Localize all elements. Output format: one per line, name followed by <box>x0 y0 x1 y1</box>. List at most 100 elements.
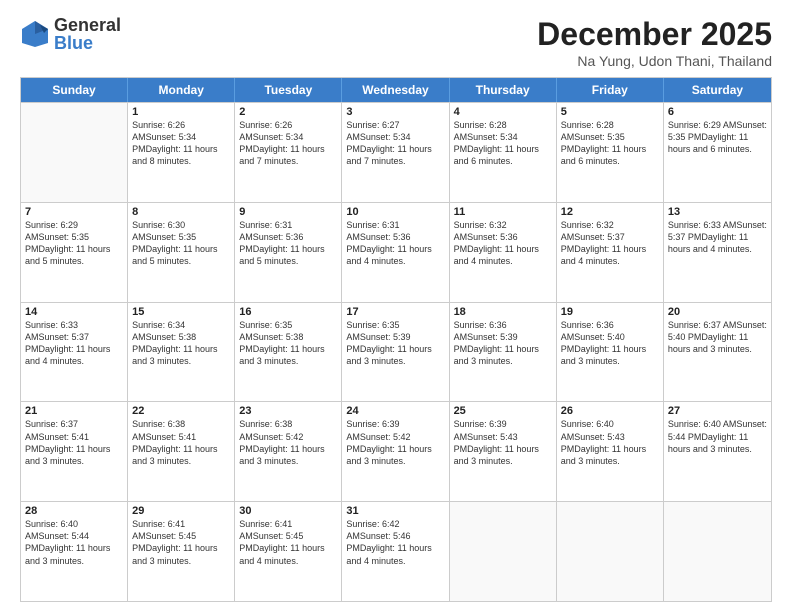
calendar-cell: 8Sunrise: 6:30 AMSunset: 5:35 PMDaylight… <box>128 203 235 302</box>
daylight: Daylight: 11 hours and 6 minutes. <box>561 144 646 166</box>
day-number: 8 <box>132 206 230 218</box>
calendar-cell: 26Sunrise: 6:40 AMSunset: 5:43 PMDayligh… <box>557 402 664 501</box>
weekday-header: Wednesday <box>342 78 449 102</box>
calendar-cell: 11Sunrise: 6:32 AMSunset: 5:36 PMDayligh… <box>450 203 557 302</box>
calendar-week: 1Sunrise: 6:26 AMSunset: 5:34 PMDaylight… <box>21 102 771 202</box>
daylight: Daylight: 11 hours and 3 minutes. <box>239 344 324 366</box>
daylight: Daylight: 11 hours and 4 minutes. <box>239 543 324 565</box>
daylight: Daylight: 11 hours and 4 minutes. <box>25 344 110 366</box>
day-number: 10 <box>346 206 444 218</box>
daylight: Daylight: 11 hours and 7 minutes. <box>239 144 324 166</box>
calendar-cell: 31Sunrise: 6:42 AMSunset: 5:46 PMDayligh… <box>342 502 449 601</box>
title-block: December 2025 Na Yung, Udon Thani, Thail… <box>537 16 772 69</box>
logo-blue: Blue <box>54 34 121 52</box>
logo: General Blue <box>20 16 121 52</box>
calendar: SundayMondayTuesdayWednesdayThursdayFrid… <box>20 77 772 602</box>
calendar-cell: 1Sunrise: 6:26 AMSunset: 5:34 PMDaylight… <box>128 103 235 202</box>
daylight: Daylight: 11 hours and 3 minutes. <box>25 444 110 466</box>
calendar-cell: 22Sunrise: 6:38 AMSunset: 5:41 PMDayligh… <box>128 402 235 501</box>
day-number: 25 <box>454 405 552 417</box>
day-number: 13 <box>668 206 767 218</box>
daylight: Daylight: 11 hours and 3 minutes. <box>239 444 324 466</box>
weekday-header: Sunday <box>21 78 128 102</box>
calendar-cell: 28Sunrise: 6:40 AMSunset: 5:44 PMDayligh… <box>21 502 128 601</box>
logo-text: General Blue <box>54 16 121 52</box>
weekday-header: Thursday <box>450 78 557 102</box>
daylight: Daylight: 11 hours and 3 minutes. <box>132 444 217 466</box>
page: General Blue December 2025 Na Yung, Udon… <box>0 0 792 612</box>
day-number: 29 <box>132 505 230 517</box>
daylight: Daylight: 11 hours and 3 minutes. <box>132 344 217 366</box>
daylight: Daylight: 11 hours and 8 minutes. <box>132 144 217 166</box>
day-number: 30 <box>239 505 337 517</box>
calendar-cell: 7Sunrise: 6:29 AMSunset: 5:35 PMDaylight… <box>21 203 128 302</box>
sunrise: Sunrise: 6:33 AM <box>668 220 737 230</box>
daylight: Daylight: 11 hours and 3 minutes. <box>132 543 217 565</box>
calendar-cell <box>450 502 557 601</box>
calendar-week: 14Sunrise: 6:33 AMSunset: 5:37 PMDayligh… <box>21 302 771 402</box>
day-number: 28 <box>25 505 123 517</box>
calendar-cell: 16Sunrise: 6:35 AMSunset: 5:38 PMDayligh… <box>235 303 342 402</box>
day-number: 31 <box>346 505 444 517</box>
day-number: 23 <box>239 405 337 417</box>
day-number: 21 <box>25 405 123 417</box>
month-title: December 2025 <box>537 16 772 53</box>
day-number: 14 <box>25 306 123 318</box>
calendar-header: SundayMondayTuesdayWednesdayThursdayFrid… <box>21 78 771 102</box>
calendar-cell <box>21 103 128 202</box>
calendar-week: 28Sunrise: 6:40 AMSunset: 5:44 PMDayligh… <box>21 501 771 601</box>
daylight: Daylight: 11 hours and 5 minutes. <box>239 244 324 266</box>
calendar-cell: 4Sunrise: 6:28 AMSunset: 5:34 PMDaylight… <box>450 103 557 202</box>
daylight: Daylight: 11 hours and 3 minutes. <box>346 344 431 366</box>
day-number: 17 <box>346 306 444 318</box>
calendar-cell: 18Sunrise: 6:36 AMSunset: 5:39 PMDayligh… <box>450 303 557 402</box>
day-number: 12 <box>561 206 659 218</box>
sunrise: Sunrise: 6:37 AM <box>668 320 737 330</box>
calendar-body: 1Sunrise: 6:26 AMSunset: 5:34 PMDaylight… <box>21 102 771 601</box>
day-number: 1 <box>132 106 230 118</box>
logo-icon <box>20 19 50 49</box>
calendar-cell: 2Sunrise: 6:26 AMSunset: 5:34 PMDaylight… <box>235 103 342 202</box>
day-number: 20 <box>668 306 767 318</box>
weekday-header: Friday <box>557 78 664 102</box>
calendar-cell: 6Sunrise: 6:29 AMSunset: 5:35 PMDaylight… <box>664 103 771 202</box>
daylight: Daylight: 11 hours and 4 minutes. <box>561 244 646 266</box>
logo-general: General <box>54 16 121 34</box>
daylight: Daylight: 11 hours and 3 minutes. <box>346 444 431 466</box>
calendar-cell: 12Sunrise: 6:32 AMSunset: 5:37 PMDayligh… <box>557 203 664 302</box>
daylight: Daylight: 11 hours and 7 minutes. <box>346 144 431 166</box>
calendar-week: 21Sunrise: 6:37 AMSunset: 5:41 PMDayligh… <box>21 401 771 501</box>
calendar-cell: 19Sunrise: 6:36 AMSunset: 5:40 PMDayligh… <box>557 303 664 402</box>
daylight: Daylight: 11 hours and 3 minutes. <box>561 444 646 466</box>
day-number: 24 <box>346 405 444 417</box>
calendar-cell: 23Sunrise: 6:38 AMSunset: 5:42 PMDayligh… <box>235 402 342 501</box>
calendar-cell: 25Sunrise: 6:39 AMSunset: 5:43 PMDayligh… <box>450 402 557 501</box>
daylight: Daylight: 11 hours and 4 minutes. <box>346 244 431 266</box>
calendar-week: 7Sunrise: 6:29 AMSunset: 5:35 PMDaylight… <box>21 202 771 302</box>
day-number: 18 <box>454 306 552 318</box>
calendar-cell: 14Sunrise: 6:33 AMSunset: 5:37 PMDayligh… <box>21 303 128 402</box>
calendar-cell: 21Sunrise: 6:37 AMSunset: 5:41 PMDayligh… <box>21 402 128 501</box>
weekday-header: Monday <box>128 78 235 102</box>
daylight: Daylight: 11 hours and 5 minutes. <box>25 244 110 266</box>
calendar-cell: 5Sunrise: 6:28 AMSunset: 5:35 PMDaylight… <box>557 103 664 202</box>
calendar-cell <box>664 502 771 601</box>
calendar-cell: 30Sunrise: 6:41 AMSunset: 5:45 PMDayligh… <box>235 502 342 601</box>
calendar-cell: 17Sunrise: 6:35 AMSunset: 5:39 PMDayligh… <box>342 303 449 402</box>
day-number: 5 <box>561 106 659 118</box>
calendar-cell: 27Sunrise: 6:40 AMSunset: 5:44 PMDayligh… <box>664 402 771 501</box>
daylight: Daylight: 11 hours and 5 minutes. <box>132 244 217 266</box>
day-number: 27 <box>668 405 767 417</box>
day-number: 9 <box>239 206 337 218</box>
daylight: Daylight: 11 hours and 3 minutes. <box>454 444 539 466</box>
daylight: Daylight: 11 hours and 3 minutes. <box>561 344 646 366</box>
calendar-cell: 9Sunrise: 6:31 AMSunset: 5:36 PMDaylight… <box>235 203 342 302</box>
calendar-cell: 20Sunrise: 6:37 AMSunset: 5:40 PMDayligh… <box>664 303 771 402</box>
weekday-header: Tuesday <box>235 78 342 102</box>
daylight: Daylight: 11 hours and 4 minutes. <box>346 543 431 565</box>
day-number: 7 <box>25 206 123 218</box>
sunrise: Sunrise: 6:29 AM <box>668 120 737 130</box>
header: General Blue December 2025 Na Yung, Udon… <box>20 16 772 69</box>
calendar-cell <box>557 502 664 601</box>
weekday-header: Saturday <box>664 78 771 102</box>
